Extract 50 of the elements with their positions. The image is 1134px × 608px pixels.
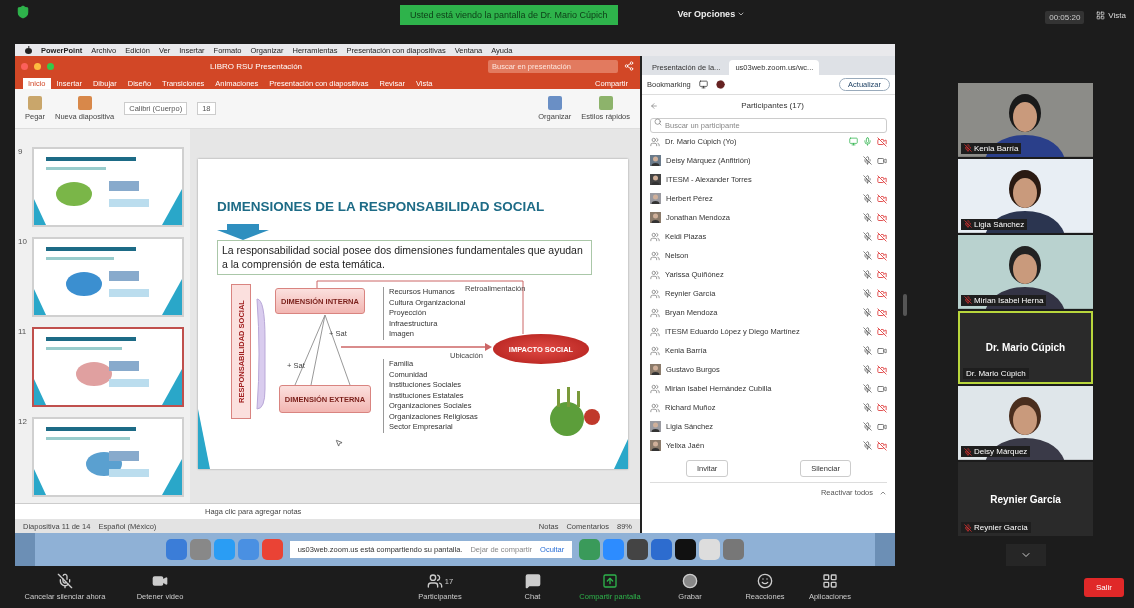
resize-handle[interactable] <box>903 294 907 316</box>
sharing-banner: Usted está viendo la pantalla de Dr. Mario Cúpich <box>400 5 618 25</box>
leave-button[interactable]: Salir <box>1084 577 1124 597</box>
share-icon <box>624 61 634 71</box>
apps-icon <box>822 573 838 589</box>
corner-triangle-drawing <box>614 439 628 469</box>
name-label: Dr. Mario Cúpich <box>963 368 1029 380</box>
chat-icon <box>524 573 541 589</box>
shield-icon <box>16 5 30 19</box>
back-icon <box>650 101 658 110</box>
microphone-muted-icon <box>57 573 73 589</box>
monitor-icon <box>698 80 708 89</box>
more-button[interactable] <box>1005 544 1046 566</box>
minimize-button[interactable] <box>34 62 41 70</box>
app-icon[interactable] <box>675 539 697 560</box>
participants-icon <box>426 573 443 589</box>
apple-logo-icon <box>25 46 32 54</box>
panel-title: Participantes (17) <box>741 101 804 110</box>
participant-name: Reynier García <box>990 493 1061 505</box>
chevron-down-icon <box>737 10 746 18</box>
document-title: LIBRO RSU Presentación <box>210 61 303 71</box>
slide-number: 11 <box>18 327 28 338</box>
meeting-timer: 00:05:20 <box>1045 11 1085 24</box>
slide-thumbnail[interactable] <box>32 327 184 407</box>
down-arrow-icon <box>217 224 269 240</box>
name-label: Mirian Isabel Herna <box>961 294 1047 306</box>
name-label: Ligia Sánchez <box>961 218 1028 230</box>
name-label: Kenia Barría <box>961 142 1022 154</box>
search-icon <box>654 118 662 126</box>
reactions-icon <box>757 573 773 589</box>
view-button[interactable]: Vista <box>1096 11 1126 20</box>
zoom-button[interactable] <box>47 62 54 70</box>
name-label: Deisy Márquez <box>961 446 1031 458</box>
app-icon[interactable] <box>627 539 649 560</box>
participant-name: Dr. Mario Cúpich <box>985 341 1066 353</box>
view-options-menu[interactable]: Ver Opciones <box>677 9 746 19</box>
grid-icon <box>1096 11 1106 20</box>
name-label: Reynier García <box>961 522 1031 534</box>
slide-title: DIMENSIONES DE LA RESPONSABILIDAD SOCIAL <box>217 199 546 214</box>
share-screen-icon <box>602 573 618 589</box>
profile-icon <box>715 80 725 89</box>
slide-number: 12 <box>18 417 28 428</box>
slide-number: 10 <box>18 237 28 248</box>
video-camera-icon <box>152 573 168 589</box>
record-icon <box>682 573 698 589</box>
close-button[interactable] <box>21 62 28 70</box>
slide-number: 9 <box>18 147 24 158</box>
cursor-icon <box>335 439 343 448</box>
corner-triangle-drawing <box>198 409 210 469</box>
intro-text: La responsabilidad social posee dos dimensiones fundamentales que ayudan a la comprensión de esta temática. <box>217 240 592 276</box>
